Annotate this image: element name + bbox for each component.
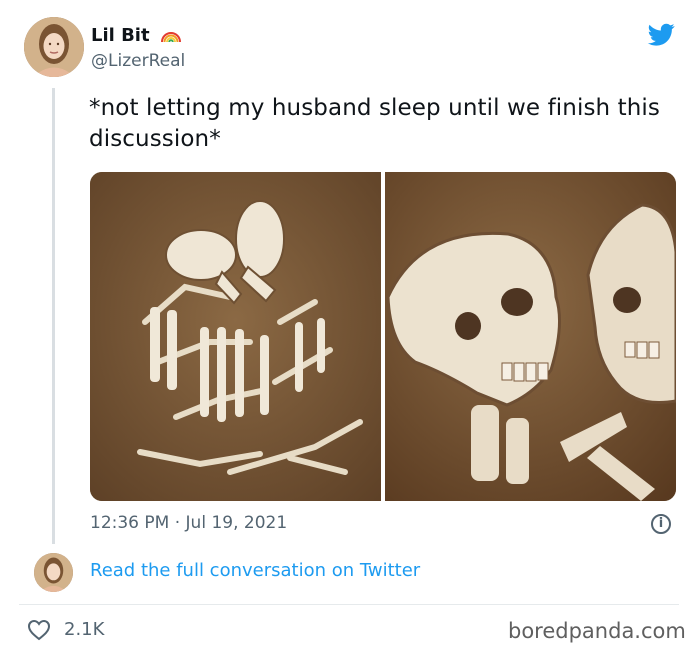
footer-divider: [19, 604, 679, 605]
like-count: 2.1K: [64, 619, 105, 640]
heart-icon[interactable]: [27, 619, 51, 641]
source-watermark: boredpanda.com: [508, 619, 686, 643]
thread-line: [52, 88, 55, 544]
author-handle[interactable]: @LizerReal: [91, 50, 185, 72]
author-avatar[interactable]: [24, 17, 84, 77]
tweet-timestamp[interactable]: 12:36 PM · Jul 19, 2021: [90, 513, 287, 533]
read-conversation-link[interactable]: Read the full conversation on Twitter: [90, 560, 420, 581]
photo-right[interactable]: [385, 172, 676, 501]
info-icon[interactable]: i: [651, 514, 671, 534]
photo-left[interactable]: [90, 172, 381, 501]
twitter-bird-icon[interactable]: [646, 21, 677, 48]
rainbow-icon: [160, 25, 182, 49]
author-name[interactable]: Lil Bit: [91, 25, 182, 49]
skeletons-wide-image: [90, 172, 381, 501]
skeletons-closeup-image: [385, 172, 676, 501]
reply-avatar-image: [34, 553, 73, 592]
author-avatar-image: [24, 17, 84, 77]
tweet-text: *not letting my husband sleep until we f…: [89, 95, 660, 152]
reply-avatar[interactable]: [34, 553, 73, 592]
display-name[interactable]: Lil Bit: [91, 25, 150, 46]
